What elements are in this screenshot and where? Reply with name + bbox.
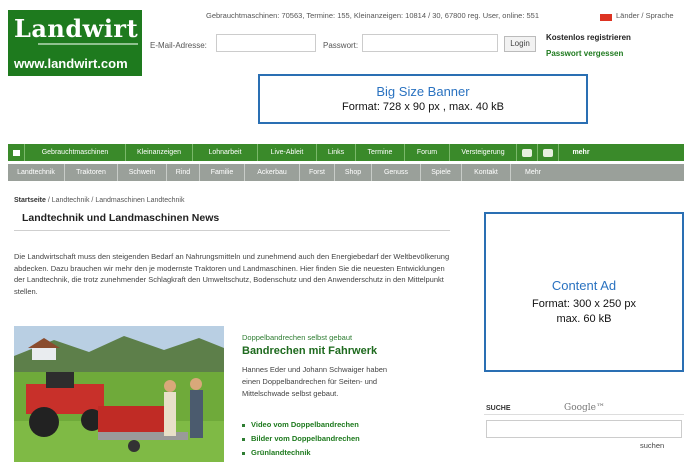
subnav-item[interactable]: Familie [200, 164, 245, 181]
subnav-item[interactable]: Schwein [118, 164, 167, 181]
subnav-item[interactable]: Traktoren [65, 164, 118, 181]
article-link-label: Bilder vom Doppelbandrechen [251, 434, 360, 443]
home-icon[interactable] [8, 144, 25, 161]
content-ad[interactable]: Content Ad Format: 300 x 250 px max. 60 … [484, 212, 684, 372]
breadcrumb: Startseite / Landtechnik / Landmaschinen… [14, 197, 184, 204]
content-ad-dimensions: Format: 300 x 250 px [532, 298, 636, 310]
search-divider [484, 414, 684, 415]
login-button[interactable]: Login [504, 36, 536, 52]
subnav-item[interactable]: Shop [335, 164, 372, 181]
nav-item[interactable]: Termine [356, 144, 405, 161]
nav-item[interactable]: Forum [405, 144, 450, 161]
language-selector[interactable]: Länder / Sprache [616, 11, 674, 20]
article-summary: Hannes Eder und Johann Schwaiger haben e… [242, 365, 388, 398]
site-logo[interactable]: Landwirt www.landwirt.com [8, 10, 142, 76]
subnav-item[interactable]: Ackerbau [245, 164, 300, 181]
content-ad-size: max. 60 kB [556, 313, 612, 325]
nav-item[interactable]: Gebrauchtmaschinen [25, 144, 126, 161]
password-input[interactable] [362, 34, 498, 52]
nav-item[interactable]: Live-Ableit [258, 144, 317, 161]
primary-nav: Gebrauchtmaschinen Kleinanzeigen Lohnarb… [8, 144, 684, 161]
banner-format: Format: 728 x 90 px , max. 40 kB [341, 101, 504, 113]
bullet-icon [242, 423, 245, 427]
search-heading: SUCHE [486, 405, 511, 412]
nav-item[interactable]: Kleinanzeigen [126, 144, 193, 161]
content-ad-format: Format: 300 x 250 px max. 60 kB [486, 297, 682, 327]
email-label: E-Mail-Adresse: [150, 41, 207, 50]
breadcrumb-home-link[interactable]: Startseite [14, 197, 46, 204]
page-title: Landtechnik und Landmaschinen News [22, 212, 220, 224]
article-link[interactable]: Grünlandtechnik [242, 448, 311, 457]
austria-flag-icon[interactable] [600, 12, 612, 23]
secondary-nav: Landtechnik Traktoren Schwein Rind Famil… [8, 164, 684, 181]
email-input[interactable] [216, 34, 316, 52]
nav-item[interactable]: Versteigerung [450, 144, 517, 161]
article-headline[interactable]: Bandrechen mit Fahrwerk [242, 345, 377, 357]
bullet-icon [242, 437, 245, 441]
article-link-label: Grünlandtechnik [251, 448, 311, 457]
search-button[interactable]: suchen [640, 441, 664, 450]
google-logo: Google™ [564, 403, 605, 413]
logo-url: www.landwirt.com [14, 56, 128, 71]
subnav-item[interactable]: Mehr [511, 164, 555, 181]
content-ad-title: Content Ad [551, 278, 617, 293]
shop-icon[interactable] [517, 144, 538, 161]
nav-item[interactable]: Links [317, 144, 356, 161]
breadcrumb-path[interactable]: / Landtechnik / Landmaschinen Landtechni… [46, 197, 185, 204]
password-label: Passwort: [323, 41, 359, 50]
banner-title: Big Size Banner [376, 84, 470, 99]
article-link-label: Video vom Doppelbandrechen [251, 420, 359, 429]
register-link[interactable]: Kostenlos registrieren [546, 33, 631, 42]
article-kicker[interactable]: Doppelbandrechen selbst gebaut [242, 333, 352, 342]
nav-more[interactable]: mehr [559, 144, 603, 161]
intro-paragraph: Die Landwirtschaft muss den steigenden B… [14, 252, 450, 296]
subnav-item[interactable]: Rind [167, 164, 200, 181]
bullet-icon [242, 451, 245, 455]
article-photo[interactable] [14, 326, 224, 462]
subnav-item[interactable]: Spiele [421, 164, 462, 181]
subnav-item[interactable]: Landtechnik [8, 164, 65, 181]
article-link[interactable]: Video vom Doppelbandrechen [242, 420, 359, 429]
subnav-item[interactable]: Genuss [372, 164, 421, 181]
community-icon[interactable] [538, 144, 559, 161]
title-divider [14, 230, 450, 231]
search-input[interactable] [486, 420, 682, 438]
nav-item[interactable]: Lohnarbeit [193, 144, 258, 161]
subnav-item[interactable]: Forst [300, 164, 335, 181]
article-link[interactable]: Bilder vom Doppelbandrechen [242, 434, 360, 443]
site-statistics: Gebrauchtmaschinen: 70563, Termine: 155,… [206, 11, 540, 20]
subnav-item[interactable]: Kontakt [462, 164, 511, 181]
forgot-password-link[interactable]: Passwort vergessen [546, 49, 623, 58]
big-size-banner-ad[interactable]: Big Size Banner Format: 728 x 90 px , ma… [258, 74, 588, 124]
logo-wordmark: Landwirt [14, 14, 139, 43]
logo-tagline-bar [38, 43, 138, 45]
